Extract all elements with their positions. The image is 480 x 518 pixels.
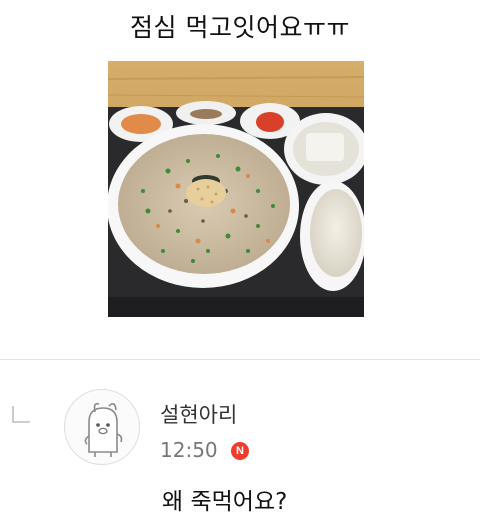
post-photo[interactable] [108, 61, 364, 317]
reply-arrow-icon [10, 404, 32, 426]
comment-author-name[interactable]: 설현아리 [160, 399, 237, 429]
avatar[interactable] [64, 389, 140, 465]
comment-text: 왜 죽먹어요? [162, 489, 288, 515]
comment-divider [0, 359, 480, 360]
post-title: 점심 먹고잇어요ㅠㅠ [130, 13, 350, 42]
default-profile-avatar-icon [84, 402, 123, 457]
comment-timestamp: 12:50 [160, 438, 218, 462]
new-badge: N [231, 442, 249, 460]
food-photo-illustration [108, 61, 364, 317]
